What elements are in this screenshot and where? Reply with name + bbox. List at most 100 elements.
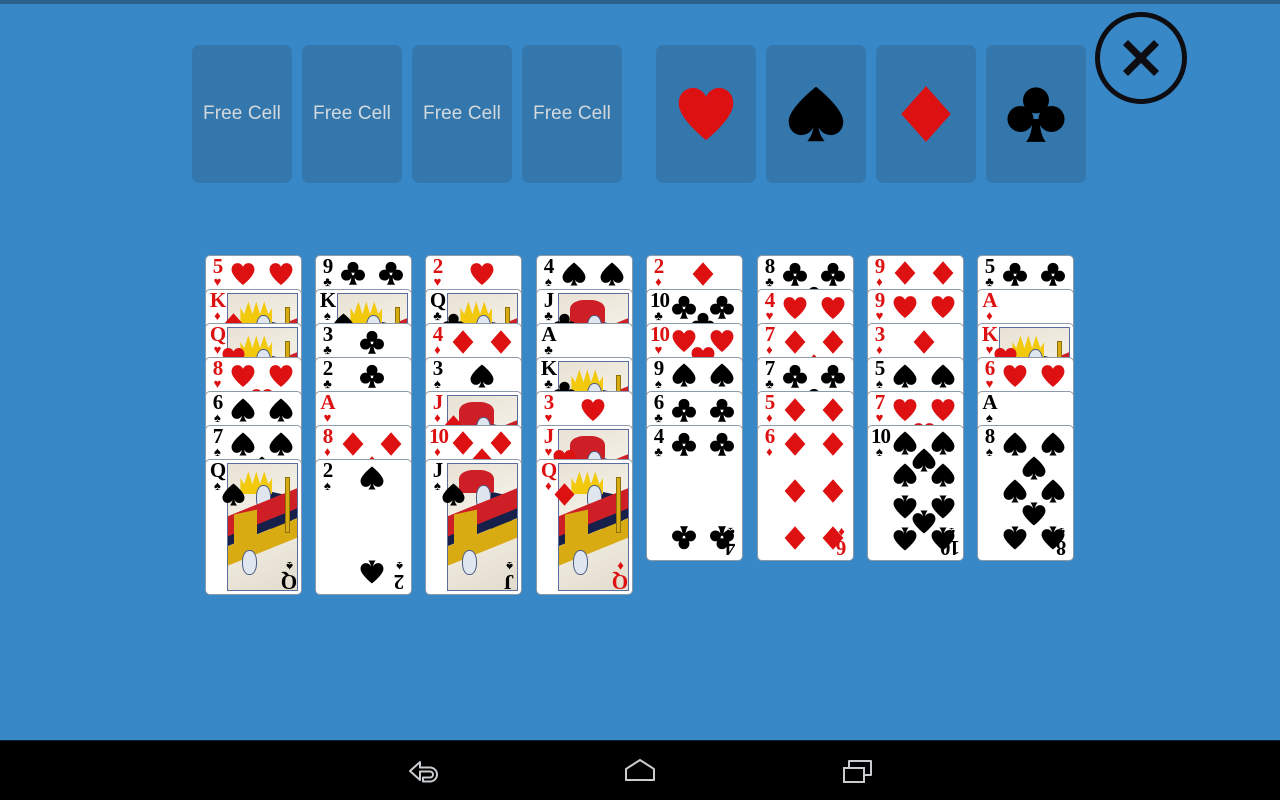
card-rank: 3 — [432, 357, 444, 380]
card-corner-index: 9 ♠ — [650, 357, 667, 390]
card-8-of-spades[interactable]: 8 ♠ 8 ♠ — [977, 425, 1074, 561]
card-suit-small: ♠ — [986, 444, 993, 459]
club-icon — [341, 261, 366, 285]
free-cell-2[interactable]: Free Cell — [302, 45, 402, 183]
card-corner-index: 9 ♣ — [319, 256, 336, 288]
android-navigation-bar — [0, 740, 1280, 800]
card-corner-index-mirrored: 8 ♠ — [1053, 525, 1070, 560]
nav-home-button[interactable] — [580, 741, 700, 800]
card-10-of-spades[interactable]: 10 ♠ 10 ♠ — [867, 425, 964, 561]
spade-icon — [931, 364, 955, 388]
club-icon — [820, 365, 845, 388]
card-corner-index: 2 ♦ — [650, 255, 667, 288]
card-suit-small: ♠ — [545, 274, 552, 289]
card-rank: 7 — [764, 357, 776, 380]
card-rank: Q — [281, 570, 298, 594]
card-pip — [230, 431, 256, 457]
card-q-of-diamonds[interactable]: Q ♦ Q ♦ — [536, 459, 633, 595]
diamond-icon — [822, 479, 844, 503]
diamond-icon — [554, 483, 574, 506]
spade-icon — [1003, 526, 1027, 550]
card-suit-small: ♣ — [765, 274, 774, 289]
card-pip — [1040, 261, 1066, 287]
card-suit-small: ♣ — [323, 342, 332, 357]
heart-icon — [581, 399, 605, 422]
card-corner-index: 2 ♠ — [319, 460, 336, 492]
card-rank: 4 — [725, 536, 736, 560]
club-icon — [820, 263, 845, 286]
foundation-spades[interactable] — [766, 45, 866, 183]
spade-icon — [893, 463, 917, 487]
free-cell-3[interactable]: Free Cell — [412, 45, 512, 183]
card-rank: Q — [209, 459, 226, 482]
card-suit-small: ♥ — [875, 308, 884, 323]
card-rank: 2 — [653, 255, 665, 278]
spade-icon — [931, 463, 955, 487]
card-rank: 7 — [764, 323, 776, 346]
nav-recents-button[interactable] — [798, 741, 918, 800]
card-rank: 9 — [653, 357, 665, 380]
foundation-clubs[interactable] — [986, 45, 1086, 183]
diamond-icon — [822, 432, 844, 456]
club-icon — [360, 365, 384, 388]
spade-icon — [1022, 502, 1046, 526]
card-corner-index: 8 ♥ — [209, 358, 226, 390]
card-corner-index: 3 ♥ — [540, 392, 557, 424]
diamond-icon — [490, 330, 512, 354]
card-rank: 6 — [764, 425, 776, 448]
card-pip — [378, 260, 404, 286]
heart-icon — [1003, 365, 1027, 388]
heart-icon — [931, 295, 955, 318]
heart-icon — [893, 295, 917, 318]
spade-icon — [360, 466, 384, 490]
card-corner-index: 5 ♥ — [209, 256, 226, 288]
card-q-of-spades[interactable]: Q ♠ Q ♠ — [205, 459, 302, 595]
card-2-of-spades[interactable]: 2 ♠ 2 ♠ — [315, 459, 412, 595]
card-rank: J — [543, 425, 555, 448]
foundation-diamonds[interactable] — [876, 45, 976, 183]
card-rank: A — [982, 289, 997, 312]
top-row: Free Cell Free Cell Free Cell Free Cell — [0, 45, 1280, 183]
card-pip — [599, 261, 625, 287]
heart-icon — [269, 365, 293, 388]
heart-icon — [269, 263, 293, 286]
card-rank: 5 — [764, 391, 776, 414]
card-pip — [268, 431, 294, 457]
heart-icon — [231, 365, 255, 388]
card-rank: 10 — [650, 289, 670, 312]
card-center-pip — [440, 482, 466, 507]
diamond-icon — [452, 330, 474, 354]
card-rank: 10 — [941, 536, 960, 560]
close-button[interactable] — [1095, 12, 1187, 104]
free-cell-1[interactable]: Free Cell — [192, 45, 292, 183]
card-rank: 6 — [212, 391, 224, 414]
spade-icon — [1003, 432, 1027, 456]
card-suit-small: ♦ — [766, 342, 773, 357]
card-pip — [782, 329, 808, 355]
card-pip — [820, 363, 846, 389]
card-corner-index: A ♠ — [981, 392, 998, 424]
card-rank: 8 — [322, 425, 334, 448]
nav-back-button[interactable] — [364, 741, 484, 800]
card-suit-small: ♥ — [985, 376, 994, 391]
card-4-of-clubs[interactable]: 4 ♣ 4 ♣ — [646, 425, 743, 561]
spade-icon — [360, 560, 384, 584]
card-rank: 4 — [764, 289, 776, 312]
card-pip — [1040, 431, 1066, 457]
card-suit-small: ♠ — [214, 444, 221, 459]
diamond-icon — [901, 86, 951, 142]
card-rank: 8 — [984, 425, 996, 448]
card-rank: 10 — [650, 323, 670, 346]
spade-icon — [1041, 432, 1065, 456]
freecell-game-screen: Free Cell Free Cell Free Cell Free Cell 5 ♥ K… — [0, 0, 1280, 800]
foundation-hearts[interactable] — [656, 45, 756, 183]
card-6-of-diamonds[interactable]: 6 ♦ 6 ♦ — [757, 425, 854, 561]
card-pip — [892, 397, 918, 423]
card-j-of-spades[interactable]: J ♠ J ♠ — [425, 459, 522, 595]
card-pip — [340, 260, 366, 286]
card-rank: 8 — [764, 255, 776, 278]
free-cell-4[interactable]: Free Cell — [522, 45, 622, 183]
card-suit-small: ♣ — [726, 525, 735, 540]
card-rank: K — [981, 323, 998, 346]
diamond-icon — [784, 526, 806, 550]
